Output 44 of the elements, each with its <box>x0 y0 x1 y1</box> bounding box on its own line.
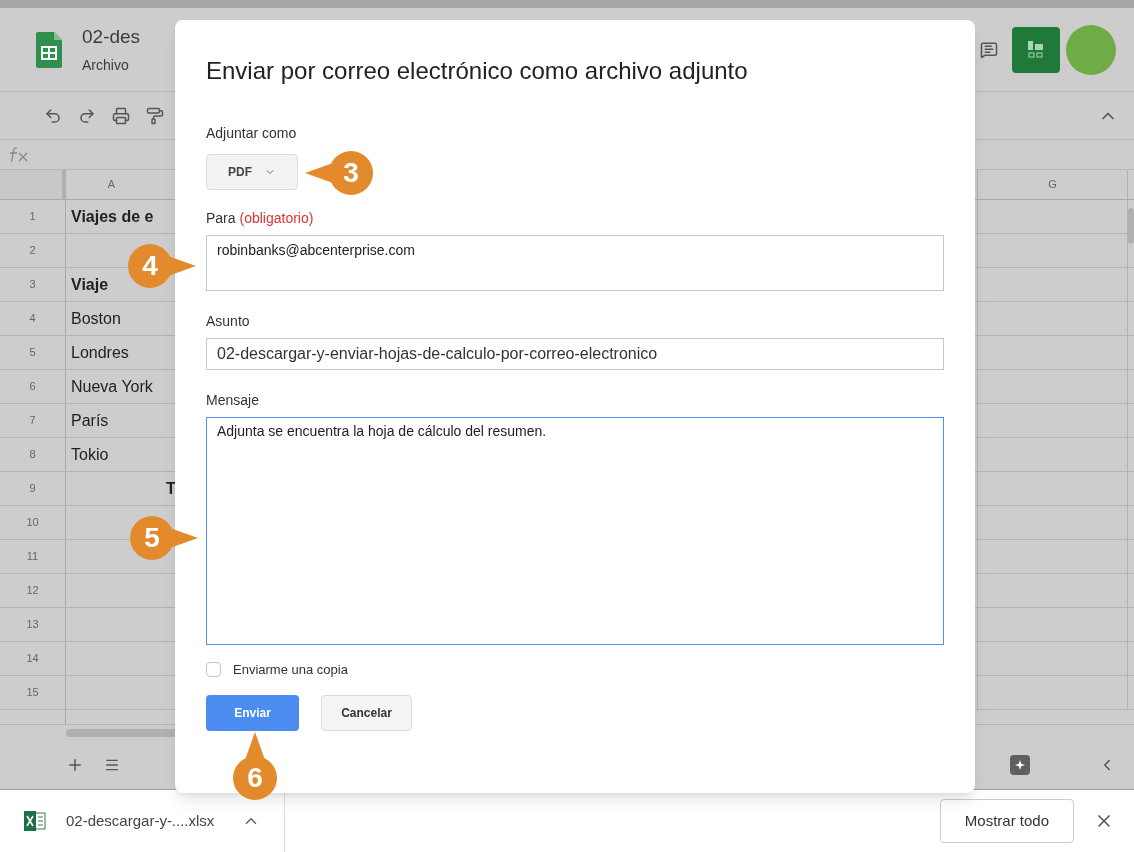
row-number[interactable]: 12 <box>0 574 66 607</box>
table-cell-text: T <box>166 478 176 499</box>
to-field[interactable]: robinbanks@abcenterprise.com <box>206 235 944 291</box>
subject-field[interactable]: 02-descargar-y-enviar-hojas-de-calculo-por-correo-electronico <box>206 338 944 370</box>
table-cell-text: París <box>71 410 109 431</box>
document-title[interactable]: 02-des <box>82 22 141 52</box>
step-callout: 5 <box>128 514 200 562</box>
cancel-button[interactable]: Cancelar <box>321 694 412 731</box>
step-callout: 3 <box>303 149 375 197</box>
row-number[interactable]: 1 <box>0 200 66 233</box>
show-all-button[interactable]: Mostrar todo <box>939 799 1074 843</box>
attach-label: Adjuntar como <box>206 124 298 143</box>
table-cell-text: Tokio <box>71 444 109 465</box>
row-number[interactable]: 10 <box>0 506 66 539</box>
table-cell-text: Londres <box>71 342 129 363</box>
message-label: Mensaje <box>206 391 260 410</box>
format-dropdown[interactable]: PDF <box>206 154 298 190</box>
copy-label: Enviarme una copia <box>233 661 348 679</box>
row-number[interactable]: 7 <box>0 404 66 437</box>
table-cell-text: Nueva York <box>71 376 153 397</box>
message-field[interactable]: Adjunta se encuentra la hoja de cálculo del resumen. <box>206 417 944 645</box>
row-number[interactable]: 5 <box>0 336 66 369</box>
row-number[interactable]: 13 <box>0 608 66 641</box>
menu-item[interactable]: Archivo <box>82 55 129 77</box>
subject-label: Asunto <box>206 312 251 331</box>
to-label: Para (obligatorio) <box>206 209 315 228</box>
download-file-name[interactable]: 02-descargar-y-....xlsx <box>66 809 215 833</box>
table-cell-text: Viaje <box>71 274 109 295</box>
table-cell-text: Viajes de e <box>71 206 154 227</box>
row-number[interactable]: 3 <box>0 268 66 301</box>
row-number[interactable]: 14 <box>0 642 66 675</box>
table-cell-text: Boston <box>71 308 121 329</box>
step-callout: 6 <box>231 730 279 802</box>
dialog-title: Enviar por correo electrónico como archivo adjunto <box>206 56 749 86</box>
column-header[interactable]: G <box>978 170 1128 199</box>
step-callout: 4 <box>126 242 198 290</box>
row-number[interactable]: 9 <box>0 472 66 505</box>
row-number[interactable]: 2 <box>0 234 66 267</box>
row-number[interactable]: 15 <box>0 676 66 709</box>
send-button[interactable]: Enviar <box>206 694 299 731</box>
row-number[interactable]: 6 <box>0 370 66 403</box>
row-number[interactable]: 8 <box>0 438 66 471</box>
row-number[interactable]: 11 <box>0 540 66 573</box>
row-number[interactable]: 4 <box>0 302 66 335</box>
